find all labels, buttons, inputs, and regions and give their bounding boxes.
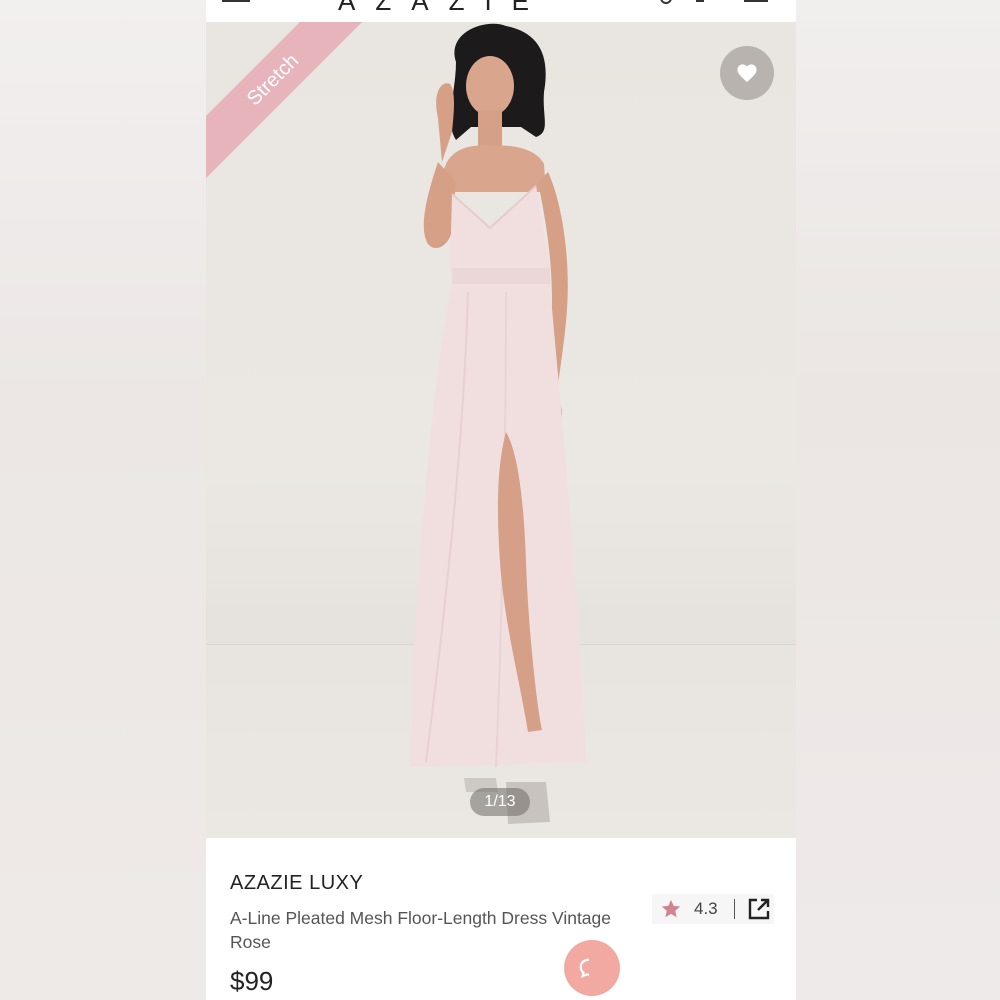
star-icon (660, 898, 682, 920)
product-page: AZAZIE Stretch 1/13 AZAZIE LUXY A-Line P… (206, 0, 796, 1000)
menu-icon[interactable] (222, 0, 250, 2)
rating-value[interactable]: 4.3 (694, 899, 718, 919)
external-link-icon[interactable] (747, 897, 771, 921)
product-image-gallery[interactable]: Stretch 1/13 (206, 22, 796, 838)
shopping-bag-icon[interactable] (744, 0, 768, 2)
rating-share-bar: 4.3 (652, 894, 774, 924)
account-icon[interactable] (696, 0, 704, 2)
heart-icon (737, 64, 757, 83)
search-icon[interactable] (660, 0, 672, 4)
background-right (796, 0, 1000, 1000)
product-photo-model (410, 23, 586, 824)
divider (733, 899, 735, 919)
site-logo[interactable]: AZAZIE (338, 0, 549, 17)
product-price: $99 (230, 966, 274, 996)
product-info-panel: AZAZIE LUXY A-Line Pleated Mesh Floor-Le… (206, 838, 796, 1000)
top-navigation-bar: AZAZIE (206, 0, 796, 22)
product-brand[interactable]: AZAZIE LUXY (230, 872, 363, 895)
image-counter: 1/13 (470, 788, 530, 816)
background-left (0, 0, 206, 1000)
chat-button[interactable] (564, 940, 620, 996)
favorite-button[interactable] (720, 46, 774, 100)
chat-icon (579, 958, 590, 979)
